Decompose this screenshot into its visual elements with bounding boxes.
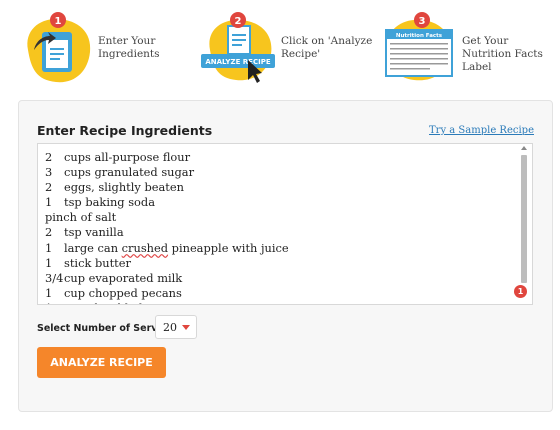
svg-text:2: 2: [235, 16, 242, 27]
ingredient-quantity: 3: [45, 165, 53, 180]
caret-down-icon: [182, 325, 190, 330]
ingredient-text-rest: pineapple with juice: [168, 240, 289, 255]
textarea-scrollbar[interactable]: [519, 146, 530, 302]
step-3-label: Get Your Nutrition Facts Label: [462, 35, 543, 73]
ingredient-text: eggs, slightly beaten: [64, 180, 184, 195]
ingredient-quantity: 1: [45, 255, 53, 270]
misspelled-word: crushed: [121, 240, 169, 255]
scroll-thumb[interactable]: [521, 155, 527, 283]
ingredient-line: 1 tsp baking soda: [45, 195, 512, 210]
ingredient-lines: 2 cups all-purpose flour 3 cups granulated …: [45, 150, 512, 304]
servings-value: 20: [163, 321, 177, 334]
enter-ingredients-icon: 1: [27, 12, 91, 83]
ingredient-quantity: 1: [45, 285, 53, 300]
ingredient-text: cup evaporated milk: [64, 270, 183, 285]
spellcheck-error-badge[interactable]: 1: [514, 285, 527, 298]
nutrition-label-icon: Nutrition Facts 3: [385, 12, 453, 81]
svg-text:1: 1: [55, 16, 62, 27]
ingredient-line: 3 cups granulated sugar: [45, 165, 512, 180]
analyze-recipe-button[interactable]: ANALYZE RECIPE: [37, 347, 166, 378]
ingredient-quantity: 2: [45, 225, 53, 240]
svg-text:Nutrition Facts: Nutrition Facts: [396, 33, 443, 39]
ingredient-text: tsp baking soda: [64, 195, 155, 210]
svg-text:ANALYZE RECIPE: ANALYZE RECIPE: [205, 58, 270, 66]
ingredient-line: 1 large can crushed pineapple with juice: [45, 241, 512, 256]
ingredients-textarea[interactable]: 2 cups all-purpose flour 3 cups granulated …: [37, 143, 533, 305]
try-sample-recipe-link[interactable]: Try a Sample Recipe: [429, 125, 534, 136]
ingredient-text: cups granulated sugar: [64, 165, 195, 180]
scroll-up-arrow-icon[interactable]: [521, 146, 527, 150]
recipe-section-title: Enter Recipe Ingredients: [37, 123, 213, 138]
ingredient-text: cups all-purpose flour: [64, 150, 191, 164]
how-it-works-steps: 1 Enter Your Ingredients ANALYZE RECIPE …: [0, 0, 560, 92]
ingredient-quantity: 3/4: [45, 270, 64, 285]
step-1-label: Enter Your Ingredients: [98, 35, 160, 60]
ingredient-line: 1cup shredded coconut: [45, 301, 512, 304]
ingredient-quantity: 1: [45, 240, 53, 255]
step-2-label: Click on 'Analyze Recipe': [281, 35, 373, 60]
ingredient-quantity: 2: [45, 150, 53, 164]
ingredient-line: 1 cup chopped pecans: [45, 286, 512, 301]
recipe-card: Enter Recipe Ingredients Try a Sample Re…: [18, 100, 553, 412]
ingredient-text: tsp vanilla: [64, 225, 124, 240]
ingredient-text: cup chopped pecans: [64, 285, 182, 300]
ingredient-quantity: 1: [45, 195, 53, 210]
ingredient-quantity: 2: [45, 180, 53, 195]
ingredient-line: 2 cups all-purpose flour: [45, 150, 512, 165]
svg-text:3: 3: [419, 16, 426, 27]
ingredient-quantity: 1: [45, 301, 64, 304]
ingredient-line: pinch of salt: [45, 210, 512, 225]
servings-select[interactable]: 20: [155, 315, 197, 339]
ingredient-text: cup shredded coconut: [64, 301, 192, 304]
ingredient-line: 3/4cup evaporated milk: [45, 271, 512, 286]
ingredient-text: pinch of salt: [45, 210, 117, 225]
ingredient-line: 1 stick butter: [45, 256, 512, 271]
analyze-recipe-icon: ANALYZE RECIPE 2: [201, 12, 275, 83]
ingredient-text: large can: [64, 240, 122, 255]
ingredient-text: stick butter: [64, 255, 131, 270]
ingredient-line: 2 eggs, slightly beaten: [45, 180, 512, 195]
ingredient-line: 2 tsp vanilla: [45, 225, 512, 240]
